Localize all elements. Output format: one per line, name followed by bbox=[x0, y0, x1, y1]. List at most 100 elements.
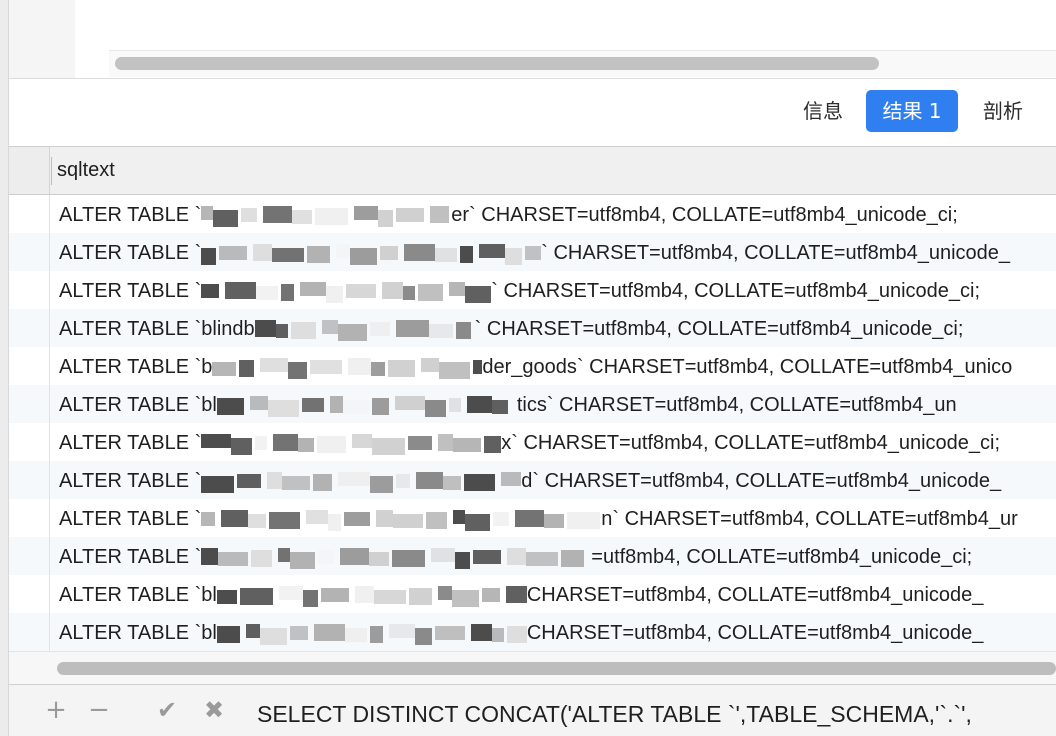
mosaic-pixel bbox=[340, 547, 370, 565]
mosaic-pixel bbox=[408, 435, 433, 450]
sqltext-cell[interactable]: ALTER TABLE ` ` CHARSET=utf8mb4, COLLATE=… bbox=[59, 271, 1056, 309]
mosaic-pixel bbox=[473, 359, 483, 374]
mosaic-pixel bbox=[380, 245, 399, 260]
editor-divider bbox=[9, 78, 1056, 79]
table-row[interactable]: ALTER TABLE ` =utf8mb4, COLLATE=utf8mb4_u… bbox=[9, 537, 1056, 575]
plus-icon[interactable]: + bbox=[41, 695, 71, 725]
sqltext-suffix: d` CHARSET=utf8mb4, COLLATE=utf8mb4_unic… bbox=[521, 470, 1002, 492]
grid-rows: ALTER TABLE ` er` CHARSET=utf8mb4, COLLAT… bbox=[9, 195, 1056, 651]
sqltext-suffix: CHARSET=utf8mb4, COLLATE=utf8mb4_unicode… bbox=[526, 622, 984, 644]
sqltext-prefix: ALTER TABLE ` bbox=[59, 508, 202, 530]
sqltext-cell[interactable]: ALTER TABLE ` n` CHARSET=utf8mb4, COLLATE… bbox=[59, 499, 1056, 537]
sqltext-cell[interactable]: ALTER TABLE `blindb ` CHARSET=utf8mb4, CO… bbox=[59, 309, 1056, 347]
sqltext-cell[interactable]: ALTER TABLE ` ` CHARSET=utf8mb4, COLLATE=… bbox=[59, 233, 1056, 271]
row-number-cell[interactable] bbox=[9, 347, 50, 385]
mosaic-pixel bbox=[352, 433, 373, 448]
mosaic-pixel bbox=[346, 283, 377, 298]
editor-gutter bbox=[9, 0, 75, 78]
row-number-cell[interactable] bbox=[9, 575, 50, 613]
x-icon[interactable]: ✖ bbox=[199, 695, 229, 725]
table-row[interactable]: ALTER TABLE ` d` CHARSET=utf8mb4, COLLATE… bbox=[9, 461, 1056, 499]
redacted-block bbox=[201, 471, 522, 493]
minus-icon[interactable]: − bbox=[84, 695, 114, 725]
row-number-cell[interactable] bbox=[9, 499, 50, 537]
mosaic-pixel bbox=[278, 585, 303, 600]
results-grid: sqltext ALTER TABLE ` er` CHARSET=utf8mb4… bbox=[9, 147, 1056, 684]
mosaic-pixel bbox=[371, 397, 389, 415]
column-separator bbox=[51, 157, 52, 185]
mosaic-pixel bbox=[369, 551, 390, 566]
mosaic-pixel bbox=[414, 627, 432, 645]
mosaic-pixel bbox=[290, 321, 316, 339]
grid-horizontal-scrollbar[interactable] bbox=[9, 651, 1056, 684]
row-number-cell[interactable] bbox=[9, 613, 50, 651]
grid-scroll-thumb[interactable] bbox=[57, 662, 1056, 675]
sqltext-cell[interactable]: ALTER TABLE `bl CHARSET=utf8mb4, COLLATE=… bbox=[59, 575, 1056, 613]
mosaic-pixel bbox=[449, 281, 466, 296]
sqltext-prefix: ALTER TABLE `b bbox=[59, 356, 213, 378]
table-row[interactable]: ALTER TABLE `bl CHARSET=utf8mb4, COLLATE=… bbox=[9, 613, 1056, 651]
row-number-header[interactable] bbox=[9, 147, 50, 194]
sqltext-suffix: ` CHARSET=utf8mb4, COLLATE=utf8mb4_unico… bbox=[491, 280, 981, 302]
mosaic-pixel bbox=[253, 243, 273, 261]
column-header-sqltext[interactable]: sqltext bbox=[57, 147, 115, 194]
editor-scroll-thumb[interactable] bbox=[115, 57, 879, 70]
mosaic-pixel bbox=[241, 207, 258, 222]
editor-horizontal-scrollbar[interactable] bbox=[109, 50, 1056, 77]
row-number-cell[interactable] bbox=[9, 195, 50, 233]
sqltext-prefix: ALTER TABLE `bl bbox=[59, 622, 217, 644]
mosaic-pixel bbox=[259, 627, 287, 645]
sqltext-cell[interactable]: ALTER TABLE ` =utf8mb4, COLLATE=utf8mb4_u… bbox=[59, 537, 1056, 575]
table-row[interactable]: ALTER TABLE ` ` CHARSET=utf8mb4, COLLATE=… bbox=[9, 271, 1056, 309]
sqltext-cell[interactable]: ALTER TABLE `bl tics` CHARSET=utf8mb4, CO… bbox=[59, 385, 1056, 423]
table-row[interactable]: ALTER TABLE `bl tics` CHARSET=utf8mb4, CO… bbox=[9, 385, 1056, 423]
mosaic-pixel bbox=[201, 475, 235, 493]
row-number-cell[interactable] bbox=[9, 461, 50, 499]
mosaic-pixel bbox=[315, 207, 349, 225]
sqltext-cell[interactable]: ALTER TABLE ` x` CHARSET=utf8mb4, COLLATE… bbox=[59, 423, 1056, 461]
row-number-cell[interactable] bbox=[9, 537, 50, 575]
mosaic-pixel bbox=[320, 587, 349, 602]
mosaic-pixel bbox=[465, 285, 492, 303]
redacted-block bbox=[216, 585, 527, 607]
mosaic-pixel bbox=[453, 509, 466, 524]
tab-profile[interactable]: 剖析 bbox=[967, 90, 1039, 132]
table-row[interactable]: ALTER TABLE ` x` CHARSET=utf8mb4, COLLATE… bbox=[9, 423, 1056, 461]
table-row[interactable]: ALTER TABLE `b der_goods` CHARSET=utf8mb4… bbox=[9, 347, 1056, 385]
mosaic-pixel bbox=[479, 243, 506, 258]
mosaic-pixel bbox=[288, 361, 308, 379]
mosaic-pixel bbox=[393, 513, 424, 528]
table-row[interactable]: ALTER TABLE ` n` CHARSET=utf8mb4, COLLATE… bbox=[9, 499, 1056, 537]
mosaic-pixel bbox=[292, 209, 313, 224]
table-row[interactable]: ALTER TABLE ` ` CHARSET=utf8mb4, COLLATE=… bbox=[9, 233, 1056, 271]
mosaic-pixel bbox=[201, 511, 216, 526]
mosaic-pixel bbox=[426, 511, 448, 529]
table-row[interactable]: ALTER TABLE `blindb ` CHARSET=utf8mb4, CO… bbox=[9, 309, 1056, 347]
sqltext-cell[interactable]: ALTER TABLE ` er` CHARSET=utf8mb4, COLLAT… bbox=[59, 195, 1056, 233]
redacted-block bbox=[212, 357, 483, 379]
table-row[interactable]: ALTER TABLE ` er` CHARSET=utf8mb4, COLLAT… bbox=[9, 195, 1056, 233]
sqltext-cell[interactable]: ALTER TABLE `b der_goods` CHARSET=utf8mb4… bbox=[59, 347, 1056, 385]
row-number-cell[interactable] bbox=[9, 271, 50, 309]
mosaic-pixel bbox=[326, 285, 344, 303]
mosaic-pixel bbox=[338, 471, 371, 486]
mosaic-pixel bbox=[515, 509, 545, 527]
mosaic-pixel bbox=[201, 547, 219, 565]
check-icon[interactable]: ✔ bbox=[152, 695, 182, 725]
mosaic-pixel bbox=[465, 513, 491, 531]
sqltext-suffix: ` CHARSET=utf8mb4, COLLATE=utf8mb4_unico… bbox=[541, 242, 1011, 264]
table-row[interactable]: ALTER TABLE `bl CHARSET=utf8mb4, COLLATE=… bbox=[9, 575, 1056, 613]
row-number-cell[interactable] bbox=[9, 385, 50, 423]
row-number-cell[interactable] bbox=[9, 423, 50, 461]
mosaic-pixel bbox=[505, 585, 527, 603]
row-number-cell[interactable] bbox=[9, 233, 50, 271]
tab-info[interactable]: 信息 bbox=[788, 90, 858, 132]
mosaic-pixel bbox=[388, 359, 416, 377]
sql-editor[interactable] bbox=[9, 0, 1056, 80]
mosaic-pixel bbox=[254, 319, 276, 337]
tab-result-1[interactable]: 结果 1 bbox=[866, 90, 958, 132]
mosaic-pixel bbox=[431, 547, 456, 562]
row-number-cell[interactable] bbox=[9, 309, 50, 347]
sqltext-cell[interactable]: ALTER TABLE ` d` CHARSET=utf8mb4, COLLATE… bbox=[59, 461, 1056, 499]
sqltext-cell[interactable]: ALTER TABLE `bl CHARSET=utf8mb4, COLLATE=… bbox=[59, 613, 1056, 651]
